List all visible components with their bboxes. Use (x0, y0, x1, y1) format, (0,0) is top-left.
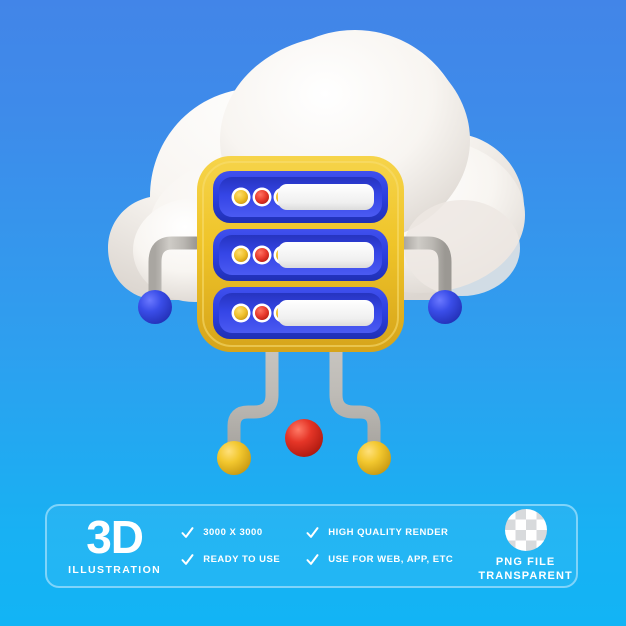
server-bar (278, 184, 374, 210)
server-bar (278, 300, 374, 326)
check-icon (181, 527, 194, 538)
server-slot-3 (213, 287, 388, 339)
node-left-blue (138, 290, 172, 324)
png-badge-line2: TRANSPARENT (478, 569, 573, 582)
feature-label: READY TO USE (203, 554, 281, 565)
check-icon (306, 527, 319, 538)
logo-subtitle: ILLUSTRATION (68, 563, 162, 576)
led-red (255, 190, 269, 204)
led-yellow (234, 248, 248, 262)
feature-column-right: HIGH QUALITY RENDER USE FOR WEB, APP, ET… (305, 525, 475, 567)
check-icon (306, 554, 319, 565)
feature-item: HIGH QUALITY RENDER (305, 525, 475, 540)
led-red (255, 306, 269, 320)
feature-label: HIGH QUALITY RENDER (328, 527, 449, 538)
server-rack (197, 156, 404, 352)
server-slot-2 (213, 229, 388, 281)
feature-column-left: 3000 X 3000 READY TO USE (180, 525, 305, 567)
feature-item: USE FOR WEB, APP, ETC (305, 552, 475, 567)
screenshot-canvas: 3D ILLUSTRATION 3000 X 3000 READY TO USE (0, 0, 626, 626)
png-badge: PNG FILE TRANSPARENT (475, 508, 576, 584)
node-right-blue (428, 290, 462, 324)
led-yellow (234, 190, 248, 204)
png-badge-text: PNG FILE TRANSPARENT (478, 556, 572, 584)
server-bar (278, 242, 374, 268)
png-badge-line1: PNG FILE (495, 555, 556, 568)
feature-list: 3000 X 3000 READY TO USE HIGH QUALITY RE… (174, 525, 475, 567)
led-yellow (234, 306, 248, 320)
check-icon (181, 554, 194, 565)
feature-item: READY TO USE (180, 552, 305, 567)
node-bottom-left-yellow (217, 441, 251, 475)
transparency-checker-icon (504, 508, 547, 551)
promo-banner: 3D ILLUSTRATION 3000 X 3000 READY TO USE (45, 504, 578, 588)
logo-block: 3D ILLUSTRATION (47, 511, 174, 576)
feature-item: 3000 X 3000 (180, 525, 305, 540)
led-red (255, 248, 269, 262)
node-bottom-right-yellow (357, 441, 391, 475)
feature-label: USE FOR WEB, APP, ETC (328, 554, 454, 565)
feature-label: 3000 X 3000 (203, 527, 263, 538)
logo-title: 3D (86, 511, 144, 564)
server-slot-1 (213, 171, 388, 223)
node-bottom-center-red (285, 419, 323, 457)
